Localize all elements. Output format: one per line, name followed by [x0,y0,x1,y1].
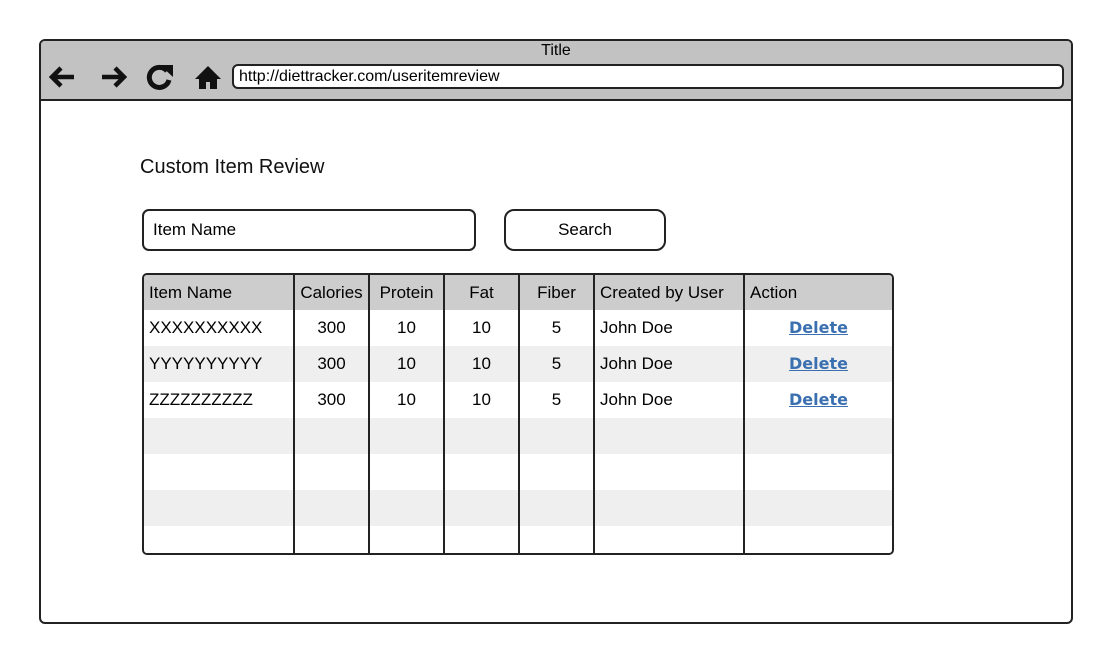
empty-cell [294,454,370,490]
empty-cell [444,526,520,553]
empty-cell [369,454,445,490]
empty-cell [594,418,745,454]
empty-table-row [144,490,892,526]
forward-arrow-icon[interactable] [98,61,130,93]
cell-created-by: John Doe [594,310,745,346]
cell-protein: 10 [369,382,445,418]
empty-cell [594,526,745,553]
item-name-search-input[interactable] [142,209,476,251]
empty-table-row [144,526,892,553]
address-bar[interactable]: http://diettracker.com/useritemreview [232,64,1064,89]
column-header-calories: Calories [294,275,370,310]
cell-fat: 10 [444,382,520,418]
empty-cell [144,490,295,526]
cell-fat: 10 [444,310,520,346]
empty-cell [594,490,745,526]
empty-table-row [144,454,892,490]
empty-cell [144,418,295,454]
column-header-item-name: Item Name [144,275,295,310]
cell-fiber: 5 [519,310,595,346]
delete-link[interactable]: Delete [789,354,848,373]
cell-protein: 10 [369,310,445,346]
empty-cell [444,490,520,526]
empty-cell [744,526,892,553]
empty-cell [519,454,595,490]
delete-link[interactable]: Delete [789,390,848,409]
cell-action: Delete [744,310,892,346]
delete-link[interactable]: Delete [789,318,848,337]
back-arrow-icon[interactable] [46,61,78,93]
custom-items-table: Item Name Calories Protein Fat Fiber Cre… [144,275,892,553]
column-header-action: Action [744,275,892,310]
empty-cell [369,526,445,553]
home-icon[interactable] [192,61,224,93]
table-row: XXXXXXXXXX 300 10 10 5 John Doe Delete [144,310,892,346]
cell-item-name: YYYYYYYYYY [144,346,295,382]
empty-cell [369,490,445,526]
empty-cell [519,490,595,526]
empty-cell [519,418,595,454]
items-table-container: Item Name Calories Protein Fat Fiber Cre… [142,273,894,555]
table-row: YYYYYYYYYY 300 10 10 5 John Doe Delete [144,346,892,382]
page-title: Custom Item Review [140,156,325,178]
empty-cell [744,490,892,526]
cell-created-by: John Doe [594,346,745,382]
search-button[interactable]: Search [504,209,666,251]
empty-cell [444,454,520,490]
reload-icon[interactable] [143,61,175,93]
table-header-row: Item Name Calories Protein Fat Fiber Cre… [144,275,892,310]
cell-calories: 300 [294,346,370,382]
empty-cell [519,526,595,553]
empty-cell [294,490,370,526]
empty-cell [744,454,892,490]
cell-fiber: 5 [519,346,595,382]
empty-cell [144,454,295,490]
empty-cell [744,418,892,454]
column-header-fiber: Fiber [519,275,595,310]
cell-item-name: ZZZZZZZZZZ [144,382,295,418]
empty-cell [369,418,445,454]
cell-action: Delete [744,346,892,382]
browser-toolbar: Title http://diettracker.com/useritemrev… [41,41,1071,101]
empty-cell [144,526,295,553]
column-header-created-by-user: Created by User [594,275,745,310]
cell-fat: 10 [444,346,520,382]
empty-cell [594,454,745,490]
cell-item-name: XXXXXXXXXX [144,310,295,346]
cell-created-by: John Doe [594,382,745,418]
empty-cell [294,526,370,553]
empty-cell [294,418,370,454]
cell-fiber: 5 [519,382,595,418]
cell-action: Delete [744,382,892,418]
table-row: ZZZZZZZZZZ 300 10 10 5 John Doe Delete [144,382,892,418]
empty-cell [444,418,520,454]
cell-calories: 300 [294,382,370,418]
window-title: Title [541,42,571,59]
cell-protein: 10 [369,346,445,382]
column-header-fat: Fat [444,275,520,310]
column-header-protein: Protein [369,275,445,310]
cell-calories: 300 [294,310,370,346]
empty-table-row [144,418,892,454]
